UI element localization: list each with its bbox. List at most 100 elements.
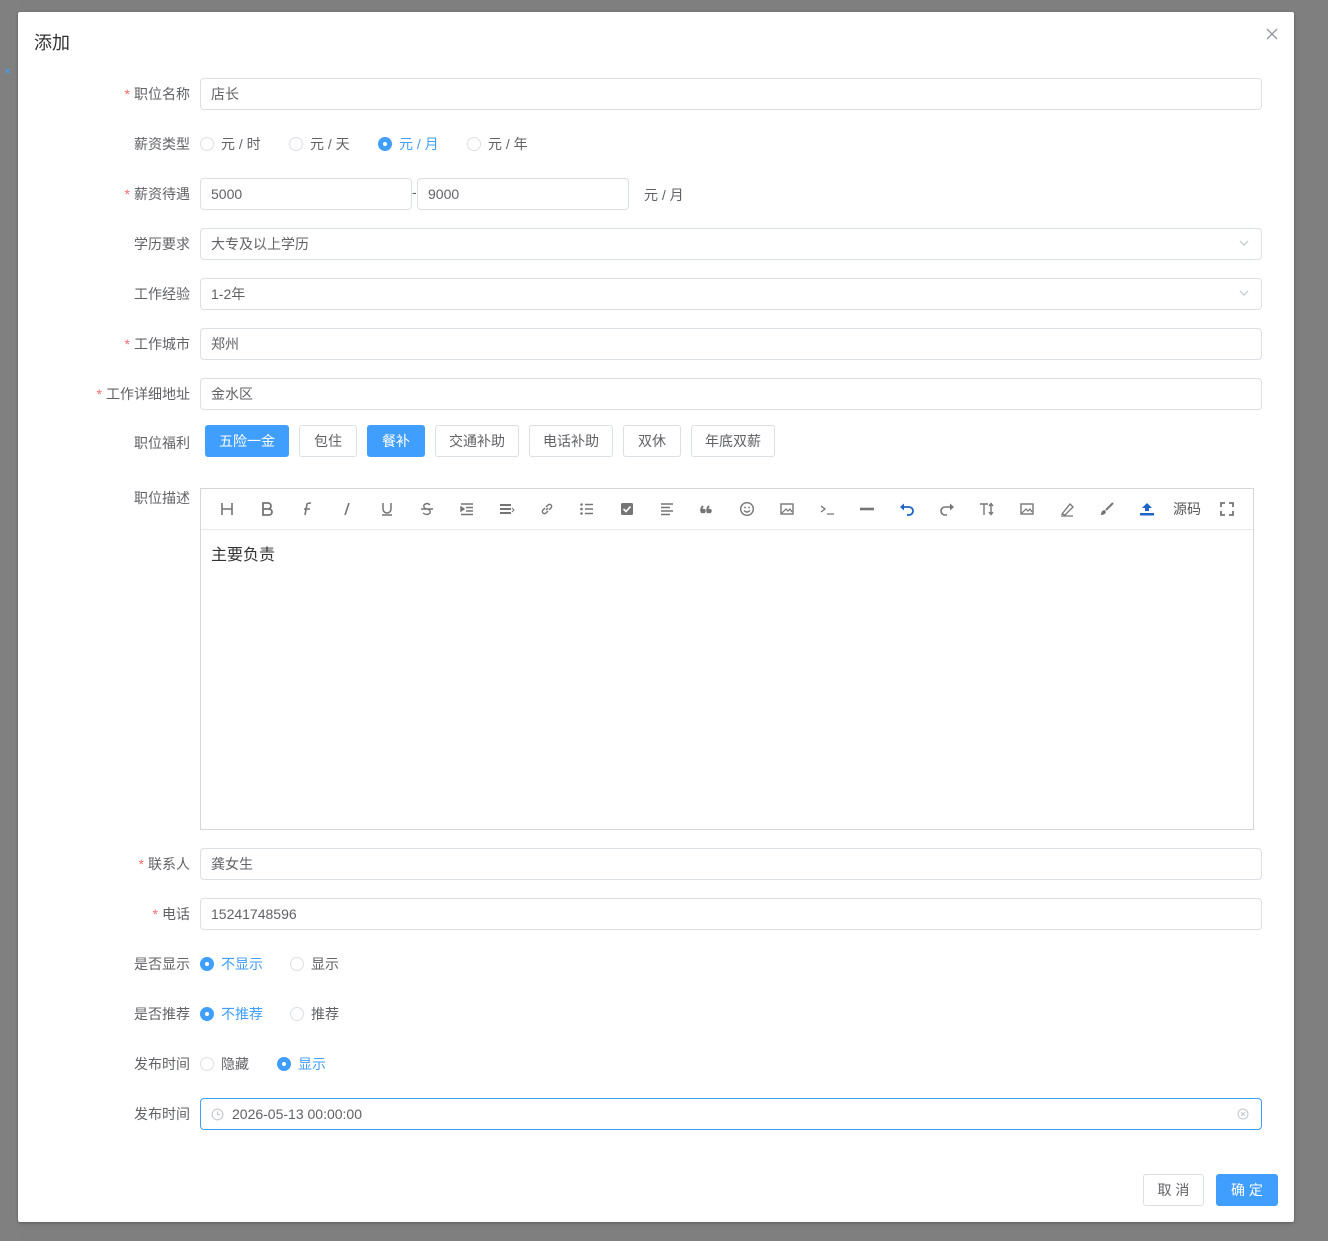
- salary-unit: 元 / 月: [644, 187, 684, 203]
- benefit-tag[interactable]: 电话补助: [529, 425, 613, 457]
- form-row-salary: * 薪资待遇 5000 - 9000 元 / 月: [18, 178, 1294, 210]
- redo-icon[interactable]: [937, 499, 957, 519]
- rich-text-editor: 源码 主要负责: [200, 488, 1254, 830]
- form-row-city: * 工作城市 郑州: [18, 328, 1294, 360]
- form-row-publish-time: 发布时间 2026-05-13 00:00:00: [18, 1098, 1294, 1130]
- strikethrough-icon[interactable]: [417, 499, 437, 519]
- education-select[interactable]: 大专及以上学历: [200, 228, 1262, 260]
- phone-input[interactable]: 15241748596: [200, 898, 1262, 930]
- editor-toolbar: 源码: [201, 489, 1253, 530]
- clock-icon: [211, 1108, 224, 1121]
- eraser-icon[interactable]: [1057, 499, 1077, 519]
- form-row-address: * 工作详细地址 金水区: [18, 378, 1294, 410]
- form-row-experience: 工作经验 1-2年: [18, 278, 1294, 310]
- benefits-label: 职位福利: [134, 435, 190, 451]
- checklist-icon[interactable]: [617, 499, 637, 519]
- publish-visibility-label: 发布时间: [134, 1056, 190, 1072]
- undo-icon[interactable]: [897, 499, 917, 519]
- chevron-down-icon: [1239, 240, 1249, 246]
- radio-not-recommend[interactable]: 不推荐: [200, 998, 263, 1030]
- salary-separator: -: [412, 184, 417, 200]
- quote-icon[interactable]: [697, 499, 717, 519]
- description-label: 职位描述: [134, 490, 190, 506]
- image-icon[interactable]: [777, 499, 797, 519]
- confirm-button[interactable]: 确 定: [1216, 1174, 1278, 1206]
- radio-hide[interactable]: 不显示: [200, 948, 263, 980]
- background-tab-close-icon: ×: [4, 64, 12, 78]
- radio-circle: [200, 137, 214, 151]
- radio-circle: [378, 137, 392, 151]
- add-dialog: 添加 * 职位名称 店长 薪资类型 元 / 时 元 / 天 元 / 月 元 / 年…: [18, 12, 1294, 1222]
- radio-circle: [200, 1007, 214, 1021]
- benefit-tag[interactable]: 交通补助: [435, 425, 519, 457]
- radio-per-day[interactable]: 元 / 天: [289, 128, 350, 160]
- form-row-education: 学历要求 大专及以上学历: [18, 228, 1294, 260]
- city-input[interactable]: 郑州: [200, 328, 1262, 360]
- horizontal-rule-icon[interactable]: [857, 499, 877, 519]
- radio-circle: [200, 1057, 214, 1071]
- paragraph-icon[interactable]: [657, 499, 677, 519]
- chevron-down-icon: [1239, 290, 1249, 296]
- form-row-job-name: * 职位名称 店长: [18, 78, 1294, 110]
- font-icon[interactable]: [297, 499, 317, 519]
- radio-publish-hidden[interactable]: 隐藏: [200, 1048, 249, 1080]
- radio-publish-show[interactable]: 显示: [277, 1048, 326, 1080]
- clear-icon[interactable]: [1237, 1108, 1249, 1120]
- contact-label: * 联系人: [138, 856, 190, 872]
- radio-circle: [200, 957, 214, 971]
- cancel-button[interactable]: 取 消: [1143, 1174, 1204, 1206]
- fullscreen-icon[interactable]: [1217, 499, 1237, 519]
- radio-per-hour[interactable]: 元 / 时: [200, 128, 261, 160]
- code-icon[interactable]: [817, 499, 837, 519]
- benefit-tag[interactable]: 包住: [299, 425, 357, 457]
- header-icon[interactable]: [217, 499, 237, 519]
- salary-max-input[interactable]: 9000: [417, 178, 629, 210]
- salary-label: * 薪资待遇: [124, 186, 190, 202]
- job-name-input[interactable]: 店长: [200, 78, 1262, 110]
- salary-min-input[interactable]: 5000: [200, 178, 412, 210]
- indent-icon[interactable]: [457, 499, 477, 519]
- dialog-title: 添加: [34, 33, 70, 53]
- bold-icon[interactable]: [257, 499, 277, 519]
- publish-time-picker[interactable]: 2026-05-13 00:00:00: [200, 1098, 1262, 1130]
- contact-input[interactable]: 龚女生: [200, 848, 1262, 880]
- radio-show[interactable]: 显示: [290, 948, 339, 980]
- radio-circle: [290, 957, 304, 971]
- benefit-tag[interactable]: 双休: [623, 425, 681, 457]
- link-icon[interactable]: [537, 499, 557, 519]
- form-row-salary-type: 薪资类型 元 / 时 元 / 天 元 / 月 元 / 年: [18, 128, 1294, 160]
- education-label: 学历要求: [134, 236, 190, 252]
- radio-per-month[interactable]: 元 / 月: [378, 128, 439, 160]
- brush-icon[interactable]: [1097, 499, 1117, 519]
- emoji-icon[interactable]: [737, 499, 757, 519]
- editor-content[interactable]: 主要负责: [211, 541, 275, 565]
- backdrop: [0, 0, 18, 1241]
- address-input[interactable]: 金水区: [200, 378, 1262, 410]
- close-icon[interactable]: [1264, 26, 1280, 42]
- font-size-icon[interactable]: [977, 499, 997, 519]
- benefit-tag[interactable]: 年底双薪: [691, 425, 775, 457]
- benefit-tag[interactable]: 餐补: [367, 425, 425, 457]
- align-icon[interactable]: [497, 499, 517, 519]
- experience-label: 工作经验: [134, 286, 190, 302]
- radio-circle: [277, 1057, 291, 1071]
- form-row-publish-visibility: 发布时间 隐藏 显示: [18, 1048, 1294, 1080]
- radio-recommend[interactable]: 推荐: [290, 998, 339, 1030]
- benefit-tag[interactable]: 五险一金: [205, 425, 289, 457]
- address-label: * 工作详细地址: [96, 386, 190, 402]
- source-code-button[interactable]: 源码: [1173, 499, 1201, 519]
- unordered-list-icon[interactable]: [577, 499, 597, 519]
- form-row-show: 是否显示 不显示 显示: [18, 948, 1294, 980]
- italic-icon[interactable]: [337, 499, 357, 519]
- radio-circle: [290, 1007, 304, 1021]
- upload-icon[interactable]: [1137, 499, 1157, 519]
- radio-per-year[interactable]: 元 / 年: [467, 128, 528, 160]
- form-row-phone: * 电话 15241748596: [18, 898, 1294, 930]
- salary-type-label: 薪资类型: [134, 136, 190, 152]
- image-upload-icon[interactable]: [1017, 499, 1037, 519]
- underline-icon[interactable]: [377, 499, 397, 519]
- experience-select[interactable]: 1-2年: [200, 278, 1262, 310]
- phone-label: * 电话: [152, 906, 190, 922]
- radio-circle: [467, 137, 481, 151]
- form-row-benefits: 职位福利 五险一金 包住 餐补 交通补助 电话补助 双休 年底双薪: [18, 425, 1294, 459]
